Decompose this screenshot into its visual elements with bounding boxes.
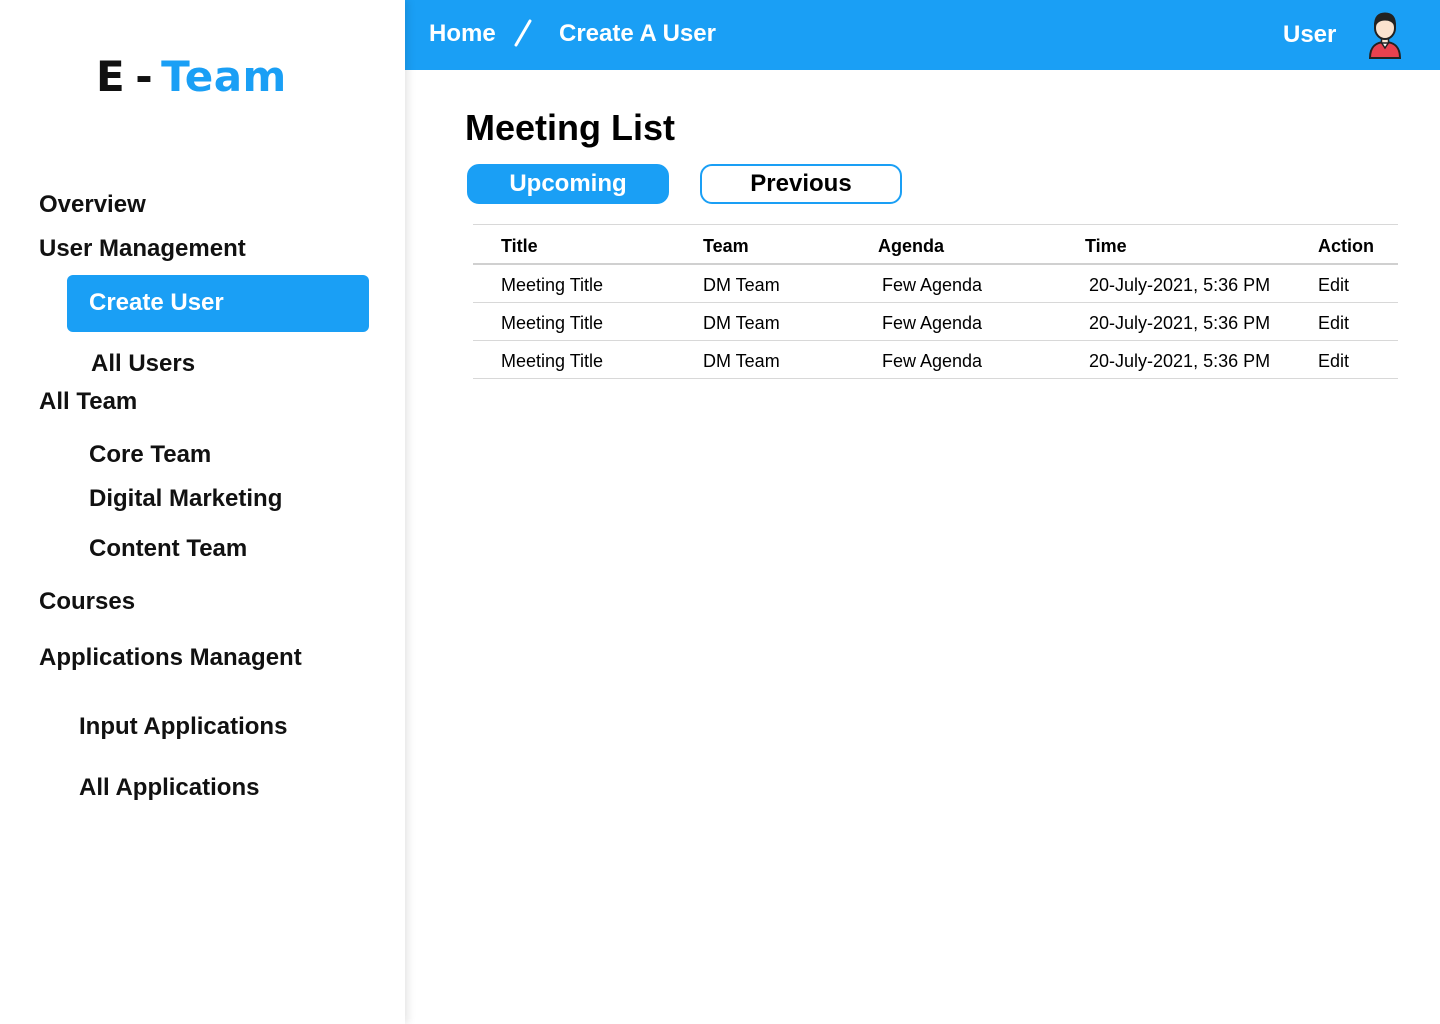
breadcrumb-current[interactable]: Create A User <box>559 20 716 48</box>
sidebar-item-overview[interactable]: Overview <box>39 191 146 219</box>
sidebar-item-courses[interactable]: Courses <box>39 588 135 616</box>
sidebar-item-create-user-label: Create User <box>89 289 224 316</box>
sidebar-item-user-management[interactable]: User Management <box>39 235 246 263</box>
column-header-title: Title <box>501 236 538 256</box>
edit-link[interactable]: Edit <box>1318 313 1349 333</box>
brand-prefix: E <box>96 52 126 101</box>
top-bar: Home Create A User User <box>405 0 1440 70</box>
brand-name: Team <box>161 52 287 101</box>
tab-previous[interactable]: Previous <box>700 164 902 204</box>
column-header-agenda: Agenda <box>878 236 945 256</box>
table-header-row: Title Team Agenda Time Action <box>473 225 1398 265</box>
sidebar-item-digital-marketing[interactable]: Digital Marketing <box>89 485 282 513</box>
cell-title: Meeting Title <box>501 275 604 295</box>
cell-agenda: Few Agenda <box>882 313 983 333</box>
meeting-table: Title Team Agenda Time Action Meeting Ti… <box>473 224 1398 379</box>
sidebar-item-all-team[interactable]: All Team <box>39 388 137 416</box>
cell-time: 20-July-2021, 5:36 PM <box>1089 313 1271 333</box>
sidebar-item-create-user[interactable]: Create User <box>67 275 369 332</box>
sidebar: E - Team Overview User Management Create U… <box>0 0 405 1024</box>
column-header-time: Time <box>1085 236 1127 256</box>
cell-title: Meeting Title <box>501 351 604 371</box>
table-row: Meeting Title DM Team Few Agenda 20-July… <box>473 341 1398 379</box>
user-avatar-icon[interactable] <box>1365 10 1405 60</box>
sidebar-item-all-applications[interactable]: All Applications <box>79 774 259 802</box>
cell-time: 20-July-2021, 5:36 PM <box>1089 275 1271 295</box>
sidebar-item-content-team[interactable]: Content Team <box>89 535 247 563</box>
sidebar-item-core-team[interactable]: Core Team <box>89 441 211 469</box>
table-row: Meeting Title DM Team Few Agenda 20-July… <box>473 265 1398 303</box>
tab-upcoming[interactable]: Upcoming <box>467 164 669 204</box>
cell-title: Meeting Title <box>501 313 604 333</box>
breadcrumb-separator-icon <box>514 19 532 47</box>
cell-time: 20-July-2021, 5:36 PM <box>1089 351 1271 371</box>
column-header-team: Team <box>703 236 749 256</box>
cell-agenda: Few Agenda <box>882 351 983 371</box>
cell-team: DM Team <box>703 351 780 371</box>
brand-logo: E - Team <box>96 52 287 101</box>
cell-agenda: Few Agenda <box>882 275 983 295</box>
user-menu-label[interactable]: User <box>1283 21 1336 49</box>
sidebar-item-input-applications[interactable]: Input Applications <box>79 713 287 741</box>
edit-link[interactable]: Edit <box>1318 351 1349 371</box>
brand-dash: - <box>135 52 154 101</box>
page-title: Meeting List <box>465 107 676 148</box>
cell-team: DM Team <box>703 313 780 333</box>
column-header-action: Action <box>1318 236 1374 256</box>
cell-team: DM Team <box>703 275 780 295</box>
sidebar-item-applications-managent[interactable]: Applications Managent <box>39 644 302 672</box>
sidebar-item-all-users[interactable]: All Users <box>91 350 195 378</box>
breadcrumb-home[interactable]: Home <box>429 20 496 48</box>
table-row: Meeting Title DM Team Few Agenda 20-July… <box>473 303 1398 341</box>
edit-link[interactable]: Edit <box>1318 275 1349 295</box>
